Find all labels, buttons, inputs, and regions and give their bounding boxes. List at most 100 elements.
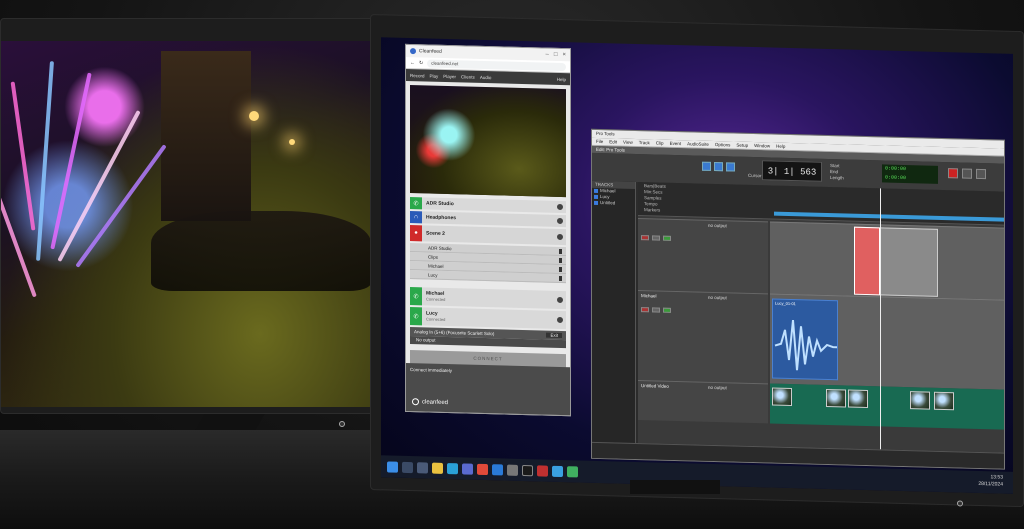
track-io[interactable]: no output bbox=[708, 385, 758, 391]
menu-track[interactable]: Track bbox=[639, 139, 650, 146]
scene-member-label: Lucy bbox=[428, 272, 438, 278]
menu-view[interactable]: View bbox=[623, 139, 633, 146]
menu-file[interactable]: File bbox=[596, 138, 603, 145]
ruler-label: Min:Secs bbox=[644, 189, 663, 195]
store-icon[interactable] bbox=[462, 462, 473, 475]
settings-icon[interactable] bbox=[507, 464, 518, 476]
settings-icon[interactable] bbox=[557, 316, 563, 324]
task-view-icon[interactable] bbox=[417, 461, 428, 474]
menu-options[interactable]: Options bbox=[715, 141, 731, 148]
connection-list: ✆ ADR Studio ∩ Headphones ● Scene 2 ADR … bbox=[406, 197, 570, 369]
settings-icon[interactable] bbox=[557, 296, 563, 304]
track-io[interactable]: no output bbox=[708, 223, 758, 229]
toolbar-play-button[interactable]: Play bbox=[430, 73, 439, 78]
toolbar-player-button[interactable]: Player bbox=[443, 73, 456, 78]
video-thumbnail bbox=[934, 391, 954, 411]
record-icon: ● bbox=[410, 225, 422, 242]
ruler-label: Samples bbox=[644, 195, 662, 201]
app-icon[interactable] bbox=[567, 465, 578, 477]
fader-icon[interactable] bbox=[559, 275, 562, 281]
power-button-icon[interactable] bbox=[339, 421, 345, 427]
menu-setup[interactable]: Setup bbox=[736, 142, 748, 149]
url-input[interactable]: cleanfeed.net bbox=[427, 58, 566, 71]
chrome-icon[interactable] bbox=[477, 463, 488, 475]
track-header[interactable]: Michael no output bbox=[638, 290, 768, 384]
menu-window[interactable]: Window bbox=[754, 142, 770, 149]
connection-row-michael[interactable]: ✆ Michael Connected bbox=[410, 287, 566, 310]
video-lane[interactable] bbox=[770, 383, 1004, 430]
toolbar-clients-button[interactable]: Clients bbox=[461, 74, 475, 79]
video-preview bbox=[410, 85, 566, 198]
tracklist-item[interactable]: Untitled bbox=[592, 200, 635, 207]
input-device-label: Analog In (5+6) (Focusrite Scarlett Solo… bbox=[414, 329, 495, 337]
audio-region[interactable] bbox=[880, 227, 938, 297]
settings-icon[interactable] bbox=[557, 233, 563, 241]
windows-start-icon[interactable] bbox=[387, 460, 398, 473]
toolbar-help-button[interactable]: Help bbox=[557, 76, 566, 81]
power-button-icon[interactable] bbox=[957, 500, 963, 507]
connection-row-lucy[interactable]: ✆ Lucy Connected bbox=[410, 307, 566, 330]
mute-button[interactable] bbox=[663, 307, 671, 313]
audio-lane[interactable]: Lucy_01-01 bbox=[770, 293, 1004, 390]
explorer-icon[interactable] bbox=[432, 462, 443, 474]
grabber-tool-icon[interactable] bbox=[702, 161, 711, 171]
toolbar-record-button[interactable]: Record bbox=[410, 73, 425, 78]
main-counter[interactable]: 3| 1| 563 bbox=[762, 160, 822, 182]
menu-edit[interactable]: Edit bbox=[609, 138, 617, 145]
light-stick bbox=[10, 81, 36, 231]
counter-label: Cursor bbox=[748, 172, 762, 179]
toolbar-audio-button[interactable]: Audio bbox=[480, 74, 492, 79]
record-arm-button[interactable] bbox=[641, 307, 649, 313]
close-icon[interactable]: × bbox=[562, 52, 566, 58]
daw-window[interactable]: Pro Tools File Edit View Track Clip Even… bbox=[591, 128, 1005, 470]
maximize-icon[interactable]: □ bbox=[554, 52, 558, 58]
protools-icon[interactable] bbox=[522, 464, 533, 476]
back-icon[interactable]: ← bbox=[410, 60, 415, 66]
audio-lane[interactable] bbox=[770, 221, 1004, 300]
app-icon[interactable] bbox=[552, 465, 563, 477]
fader-icon[interactable] bbox=[559, 266, 562, 272]
app-icon[interactable] bbox=[537, 464, 548, 477]
video-thumbnail bbox=[848, 389, 868, 409]
edge-icon[interactable] bbox=[447, 462, 458, 474]
solo-button[interactable] bbox=[652, 235, 660, 241]
reload-icon[interactable]: ↻ bbox=[419, 60, 423, 66]
stop-button-icon[interactable] bbox=[976, 168, 986, 180]
fader-icon[interactable] bbox=[559, 257, 562, 263]
menu-clip[interactable]: Clip bbox=[656, 139, 664, 146]
length-label: Length bbox=[830, 175, 844, 181]
cleanfeed-window[interactable]: Cleanfeed – □ × ← ↻ cleanfeed.net Record… bbox=[405, 43, 571, 417]
settings-icon[interactable] bbox=[557, 217, 563, 225]
menu-audiosuite[interactable]: AudioSuite bbox=[687, 140, 709, 148]
menu-event[interactable]: Event bbox=[670, 140, 682, 147]
connection-row-scene[interactable]: ● Scene 2 bbox=[410, 225, 566, 246]
window-controls: – □ × bbox=[546, 52, 566, 59]
settings-icon[interactable] bbox=[557, 203, 563, 211]
track-header[interactable]: Untitled Video no output bbox=[638, 380, 768, 424]
video-thumbnail bbox=[826, 388, 846, 408]
menu-help[interactable]: Help bbox=[776, 143, 785, 150]
secondary-counter-value: 0:00:00 bbox=[885, 165, 907, 173]
record-arm-button[interactable] bbox=[641, 235, 649, 241]
track-header[interactable]: no output bbox=[638, 218, 768, 294]
exit-button[interactable]: Exit bbox=[546, 332, 562, 339]
selector-tool-icon[interactable] bbox=[726, 162, 735, 172]
mute-button[interactable] bbox=[663, 235, 671, 241]
secondary-counter-value: 0:00:00 bbox=[885, 174, 907, 182]
play-button-icon[interactable] bbox=[962, 168, 972, 179]
search-icon[interactable] bbox=[402, 461, 413, 473]
fader-icon[interactable] bbox=[559, 248, 562, 254]
taskbar-clock[interactable]: 13:53 28/11/2024 bbox=[978, 474, 1003, 489]
phone-icon: ✆ bbox=[410, 287, 422, 306]
playhead-cursor[interactable] bbox=[880, 188, 881, 450]
marker-ruler[interactable] bbox=[774, 211, 1004, 222]
track-io[interactable]: no output bbox=[708, 295, 758, 301]
audio-region-waveform[interactable]: Lucy_01-01 bbox=[772, 298, 838, 381]
trim-tool-icon[interactable] bbox=[714, 162, 723, 172]
solo-button[interactable] bbox=[652, 307, 660, 313]
minimize-icon[interactable]: – bbox=[546, 52, 549, 58]
record-button-icon[interactable] bbox=[948, 168, 958, 179]
mail-icon[interactable] bbox=[492, 463, 503, 475]
tracklist-panel: TRACKS Michael Lucy Untitled bbox=[592, 180, 636, 443]
audio-region-selected[interactable] bbox=[854, 226, 880, 296]
